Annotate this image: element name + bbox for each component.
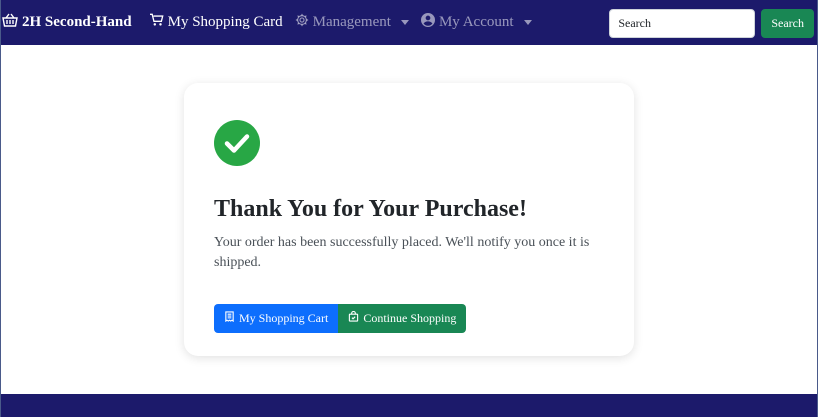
confirmation-title: Thank You for Your Purchase!	[214, 196, 527, 222]
chevron-down-icon	[523, 20, 532, 25]
purchase-confirmation-card: Thank You for Your Purchase! Your order …	[184, 83, 634, 356]
user-circle-icon	[420, 13, 435, 32]
nav-shopping-card-label: My Shopping Card	[167, 14, 283, 30]
nav-management-label: Management	[312, 14, 391, 30]
nav-shopping-card[interactable]: My Shopping Card	[149, 13, 283, 32]
confirmation-message: Your order has been successfully placed.…	[214, 235, 590, 270]
gear-icon	[295, 13, 309, 32]
search-input[interactable]	[609, 9, 756, 38]
page-footer	[1, 394, 817, 417]
chevron-down-icon	[400, 20, 409, 25]
check-circle-icon	[214, 120, 604, 171]
nav-management-dropdown[interactable]: Management	[295, 13, 409, 32]
top-navbar: 2H Second-Hand My Shopping Card Manageme…	[1, 0, 817, 45]
my-shopping-cart-label: My Shopping Cart	[239, 311, 329, 325]
receipt-icon	[224, 311, 235, 326]
action-button-group: My Shopping Cart Continue Shopping	[214, 304, 604, 333]
search-form: Search	[609, 9, 814, 38]
brand-link[interactable]: 2H Second-Hand	[2, 12, 132, 33]
nav-account-label: My Account	[438, 14, 514, 30]
brand-name: 2H Second-Hand	[22, 14, 132, 30]
cart-icon	[149, 13, 164, 32]
continue-shopping-label: Continue Shopping	[363, 311, 457, 325]
continue-shopping-button[interactable]: Continue Shopping	[338, 304, 467, 333]
shopping-bag-icon	[348, 310, 359, 326]
my-shopping-cart-button[interactable]: My Shopping Cart	[214, 304, 339, 333]
search-button[interactable]: Search	[761, 9, 814, 38]
basket-icon	[2, 12, 18, 33]
nav-account-dropdown[interactable]: My Account	[420, 13, 532, 32]
